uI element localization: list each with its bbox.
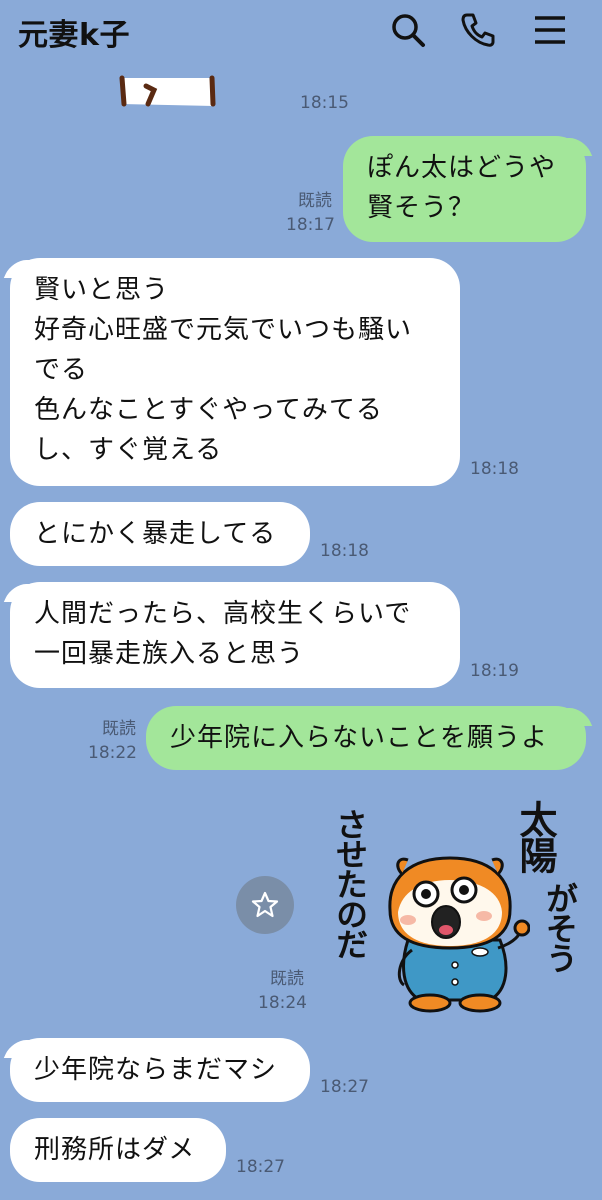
read-receipt: 既読 [102,719,136,739]
message-time: 18:17 [286,215,335,235]
outgoing-message[interactable]: 少年院に入らないことを願うよ [146,706,586,770]
message-time: 18:19 [470,661,519,681]
outgoing-message[interactable]: ぽん太はどうや 賢そう？ [343,136,586,242]
phone-icon[interactable] [458,10,498,50]
incoming-message[interactable]: 賢いと思う 好奇心旺盛で元気でいつも騒い でる 色んなことすぐやってみてる し、… [10,258,460,486]
message-time: 18:22 [88,743,137,763]
star-button[interactable] [236,876,294,934]
message-time: 18:27 [320,1077,369,1097]
message-time: 18:24 [258,993,307,1013]
chat-header: 元妻k子 [0,0,602,64]
chat-title: 元妻k子 [18,18,130,53]
sticker-text: がそう [541,882,579,972]
read-receipt: 既読 [298,191,332,211]
search-icon[interactable] [388,10,428,50]
sticker[interactable]: させたのだ 太陽 がそう [330,800,590,1015]
incoming-message[interactable]: 人間だったら、高校生くらいで 一回暴走族入ると思う [10,582,460,688]
incoming-message[interactable]: 刑務所はダメ [10,1118,226,1182]
menu-icon[interactable] [530,10,570,50]
message-time: 18:18 [470,459,519,479]
star-icon [251,891,279,918]
message-time: 18:15 [300,93,349,113]
hamster-character [388,856,530,1013]
sticker-text: させたのだ [331,808,369,958]
read-receipt: 既読 [270,969,304,989]
incoming-message[interactable]: 少年院ならまだマシ [10,1038,310,1102]
message-time: 18:27 [236,1157,285,1177]
incoming-message[interactable]: とにかく暴走してる [10,502,310,566]
sticker-partial[interactable] [118,64,218,108]
message-time: 18:18 [320,541,369,561]
